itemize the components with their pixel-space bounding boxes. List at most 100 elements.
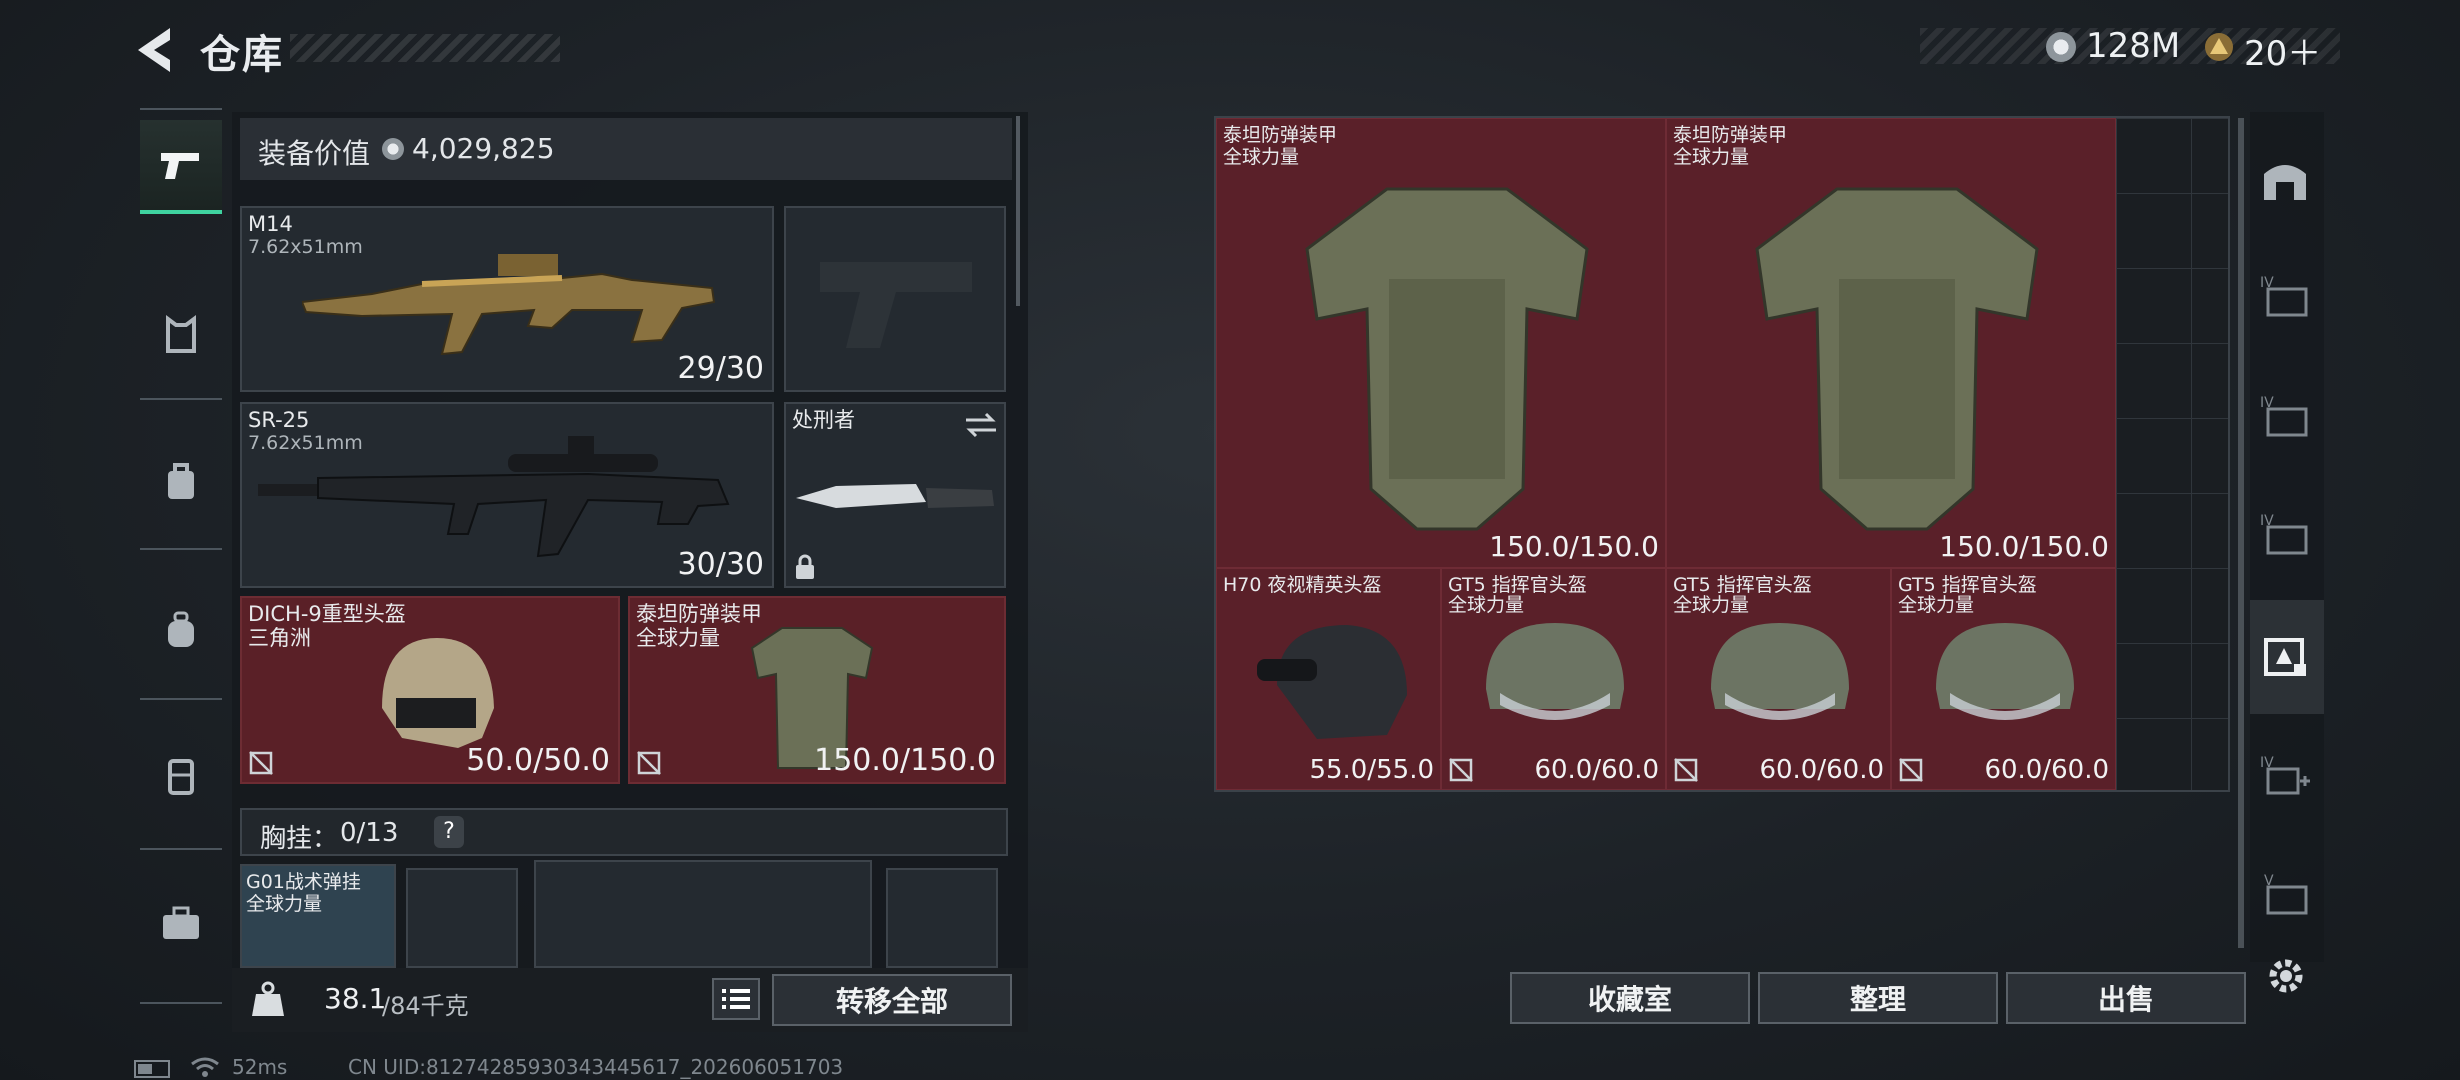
tab-divider [140, 398, 222, 400]
durability: 150.0/150.0 [1939, 530, 2109, 563]
durability: 150.0/150.0 [1489, 530, 1659, 563]
storage-item[interactable]: 泰坦防弹装甲 全球力量 150.0/150.0 [1216, 118, 1666, 568]
storage-item[interactable]: GT5 指挥官头盔 全球力量 60.0/60.0 [1666, 568, 1891, 790]
chest-rig-header: 胸挂： 0/13 ? [240, 808, 1008, 856]
container-v-icon: V [2264, 873, 2308, 915]
armor-sub: 全球力量 [636, 626, 720, 650]
rig-item-slot[interactable]: G01战术弹挂 全球力量 [240, 864, 396, 968]
back-arrow-icon[interactable] [130, 22, 180, 78]
weight-icon [252, 981, 284, 1016]
list-icon [722, 989, 750, 1009]
backpack-icon [168, 611, 194, 647]
knife-image [796, 484, 994, 508]
tab-weapons[interactable] [140, 120, 222, 214]
weapon-name: M14 [248, 212, 293, 236]
equipment-value-bar: 装备价值 4,029,825 [240, 118, 1012, 180]
durability: 60.0/60.0 [1759, 755, 1884, 785]
loadout-scrollbar[interactable] [1016, 116, 1020, 306]
gt5-helmet-image [1711, 623, 1849, 720]
home-vault-icon [2264, 165, 2306, 200]
container-iv-icon: IV [2260, 395, 2308, 437]
tab-armor[interactable] [140, 290, 222, 380]
durability: 50.0/50.0 [466, 743, 610, 778]
tab-divider [140, 698, 222, 700]
weight-max: /84千克 [382, 992, 469, 1020]
tab-rig[interactable] [140, 436, 222, 526]
player-uid: CN UID:81274285930343445617_202606051703 [348, 1055, 844, 1079]
tab-container-iv[interactable]: IV [2245, 250, 2325, 340]
rig-pocket-slot[interactable] [534, 860, 872, 968]
sidearm-slot-empty[interactable] [784, 206, 1006, 392]
tab-toolbox[interactable] [140, 878, 222, 968]
rig-icon [168, 463, 194, 499]
ammo-count: 30/30 [677, 547, 764, 582]
primary-weapon-slot[interactable]: M14 7.62x51mm 29/30 [240, 206, 774, 392]
gold-triangle-coin-icon [2205, 33, 2233, 61]
weight-bar: 38.1 /84千克 转移全部 [232, 968, 1028, 1032]
melee-slot[interactable]: 处刑者 [784, 402, 1006, 588]
page-title: 仓库 [200, 32, 284, 78]
h70-helmet-image [1257, 625, 1407, 739]
storage-scrollbar[interactable] [2238, 118, 2244, 948]
silver-currency-value: 128M [2086, 26, 2181, 66]
toolbox-icon [163, 906, 199, 939]
durability: 55.0/55.0 [1309, 755, 1434, 785]
chest-rig-label: 胸挂： [260, 824, 339, 854]
title-decoration [290, 34, 560, 62]
container-iv-icon: IV [2260, 513, 2308, 555]
help-button[interactable]: ? [434, 816, 464, 848]
rig-pocket-slot[interactable] [406, 868, 518, 968]
no-insure-icon [1449, 758, 1473, 782]
storage-item[interactable]: 泰坦防弹装甲 全球力量 150.0/150.0 [1666, 118, 2116, 568]
tab-selected-container[interactable] [2245, 610, 2325, 700]
tab-container-iv[interactable]: IV [2245, 488, 2325, 578]
armor-slot[interactable]: 泰坦防弹装甲 全球力量 150.0/150.0 [628, 596, 1006, 784]
case-icon [168, 759, 194, 795]
no-insure-icon [1674, 758, 1698, 782]
no-insure-icon [249, 751, 273, 775]
gear-icon[interactable] [2264, 954, 2308, 998]
battery-icon [134, 1060, 170, 1078]
tab-divider [140, 548, 222, 550]
secondary-weapon-slot[interactable]: SR-25 7.62x51mm 30/30 [240, 402, 774, 588]
storage-item[interactable]: GT5 指挥官头盔 全球力量 60.0/60.0 [1891, 568, 2116, 790]
equipment-value-label: 装备价值 [258, 137, 371, 170]
titan-armor-image [1755, 187, 2039, 531]
gt5-helmet-image [1936, 623, 2074, 720]
pistol-icon [161, 153, 199, 179]
durability: 60.0/60.0 [1984, 755, 2109, 785]
m14-rifle-image [302, 254, 716, 356]
ping-value: 52ms [232, 1055, 288, 1079]
tab-divider [140, 108, 222, 110]
storage-item[interactable]: GT5 指挥官头盔 全球力量 60.0/60.0 [1441, 568, 1666, 790]
tab-container-add[interactable]: IV [2245, 730, 2325, 820]
item-name: H70 夜视精英头盔 [1223, 574, 1382, 596]
silver-coin-icon [382, 138, 404, 160]
equipment-value: 4,029,825 [412, 132, 555, 165]
sell-button[interactable]: 出售 [2006, 972, 2246, 1024]
collection-room-button[interactable]: 收藏室 [1510, 972, 1750, 1024]
helmet-name: DICH-9重型头盔 [248, 602, 406, 626]
tab-case[interactable] [140, 730, 222, 820]
gold-currency-value: 20＋ [2244, 34, 2322, 74]
tab-backpack[interactable] [140, 584, 222, 674]
tab-vault[interactable] [2245, 134, 2325, 224]
storage-item[interactable]: H70 夜视精英头盔 55.0/55.0 [1216, 568, 1441, 790]
transfer-all-button[interactable]: 转移全部 [772, 974, 1012, 1026]
chest-rig-capacity: 0/13 [340, 818, 399, 848]
tab-divider [140, 848, 222, 850]
sort-button[interactable]: 整理 [1758, 972, 1998, 1024]
rig-name: G01战术弹挂 [246, 871, 361, 893]
tab-divider [140, 1002, 222, 1004]
tab-container-iv[interactable]: IV [2245, 370, 2325, 460]
rig-pocket-slot[interactable] [886, 868, 998, 968]
swap-icon[interactable] [964, 412, 998, 438]
titan-armor-image [1305, 187, 1589, 531]
gt5-helmet-image [1486, 623, 1624, 720]
durability: 60.0/60.0 [1534, 755, 1659, 785]
ammo-count: 29/30 [677, 351, 764, 386]
silver-coin-icon [2046, 32, 2076, 62]
list-view-button[interactable] [712, 978, 760, 1020]
tab-container-v[interactable]: V [2245, 848, 2325, 938]
helmet-slot[interactable]: DICH-9重型头盔 三角洲 50.0/50.0 [240, 596, 620, 784]
